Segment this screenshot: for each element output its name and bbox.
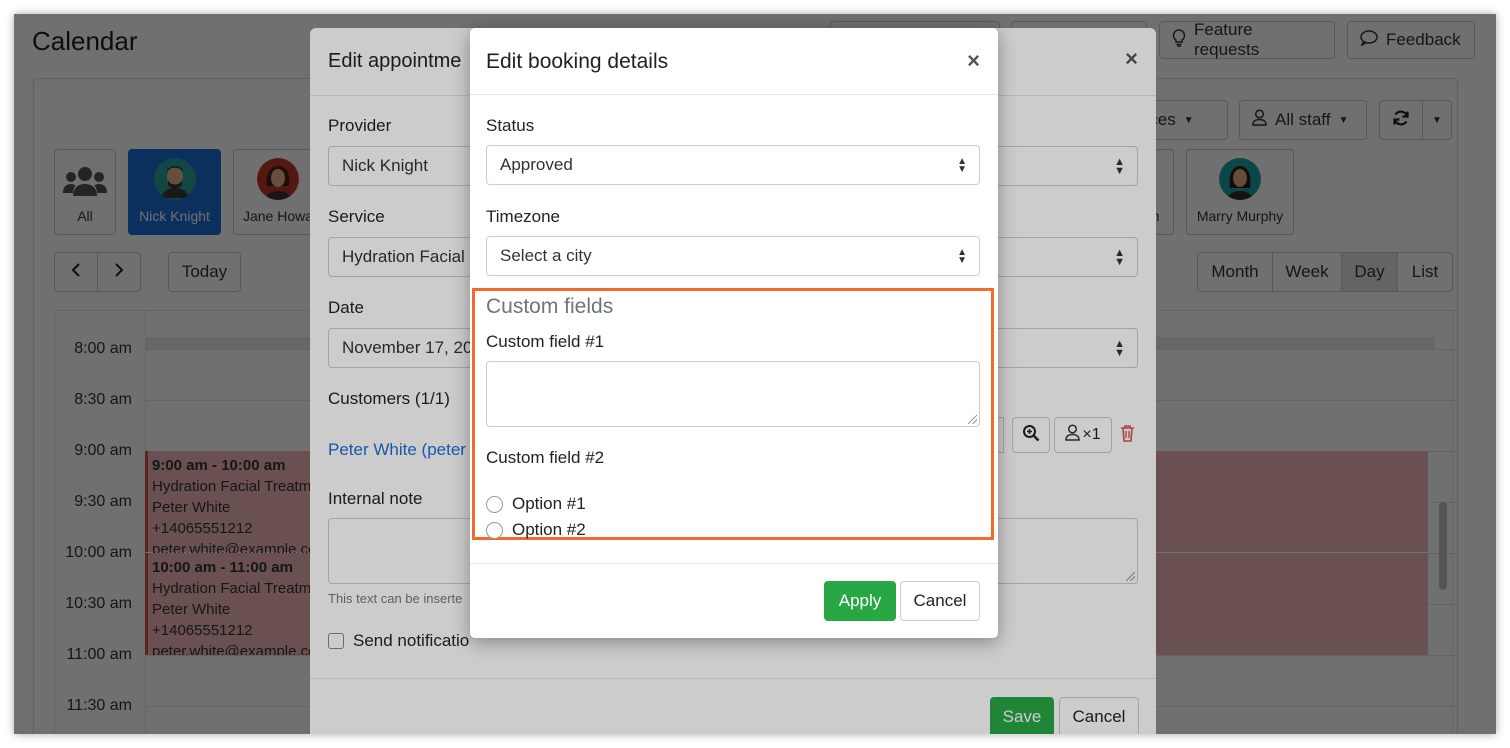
custom-fields-heading: Custom fields (486, 295, 614, 318)
option-1-radio[interactable]: Option #1 (486, 494, 586, 514)
option-label: Option #1 (512, 494, 586, 513)
radio-button[interactable] (486, 521, 503, 539)
option-label: Option #2 (512, 520, 586, 539)
timezone-label: Timezone (486, 207, 561, 226)
edit-booking-details-modal: Edit booking details × Status Approved ▲… (470, 28, 998, 638)
custom-field-1-label: Custom field #1 (486, 332, 605, 351)
custom-field-1-input[interactable] (486, 361, 980, 427)
screenshot-frame: Calendar Feature requests Feedback vices… (14, 14, 1496, 734)
status-value: Approved (500, 155, 573, 174)
cancel-button[interactable]: Cancel (900, 581, 980, 621)
divider (470, 94, 998, 95)
custom-field-2-label: Custom field #2 (486, 448, 605, 467)
radio-button[interactable] (486, 495, 503, 513)
timezone-select[interactable]: Select a city ▲ ▼ (486, 236, 980, 276)
modal-title: Edit booking details (486, 50, 669, 73)
status-select[interactable]: Approved ▲ ▼ (486, 145, 980, 185)
status-label: Status (486, 116, 535, 135)
apply-button[interactable]: Apply (824, 581, 896, 621)
option-2-radio[interactable]: Option #2 (486, 520, 586, 540)
timezone-value: Select a city (500, 246, 592, 265)
divider (470, 563, 998, 564)
resize-grip[interactable] (968, 415, 977, 424)
close-icon[interactable]: × (967, 48, 980, 74)
select-arrows-icon: ▲ ▼ (957, 156, 967, 175)
select-arrows-icon: ▲ ▼ (957, 247, 967, 266)
